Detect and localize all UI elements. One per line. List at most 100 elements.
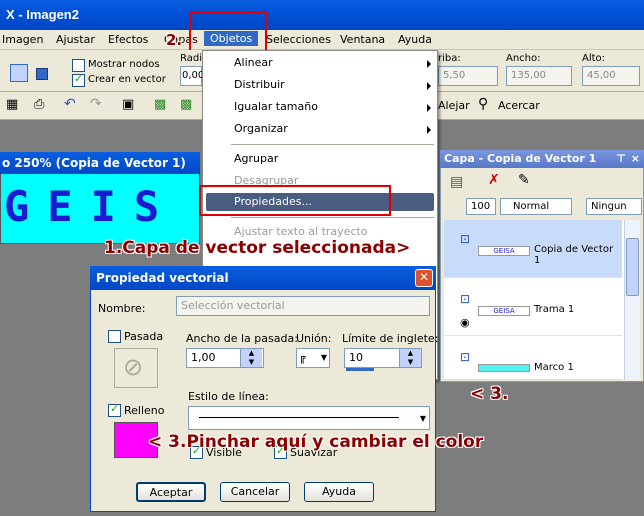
opacity-input[interactable]: 100 <box>466 198 496 215</box>
image-icon[interactable]: ▩ <box>154 97 166 112</box>
canvas-text: GEIS <box>4 182 178 231</box>
crear-vector-checkbox[interactable] <box>72 72 85 87</box>
menu-item-alinear[interactable]: Alinear <box>234 56 437 72</box>
layer-row-trama[interactable]: ⊡ ◉ GEISA Trama 1 <box>444 280 622 336</box>
union-select[interactable]: ╔ ▼ <box>296 348 330 368</box>
submenu-arrow-icon <box>427 60 431 68</box>
save-icon[interactable]: ▦ <box>6 97 18 112</box>
menu-selecciones[interactable]: Selecciones <box>266 33 331 46</box>
arriba-label: riba: <box>438 53 461 64</box>
limite-slider-fill[interactable] <box>346 368 374 371</box>
undo-icon[interactable]: ↶ <box>64 96 76 112</box>
menu-ajustar[interactable]: Ajustar <box>56 33 95 46</box>
menu-separator <box>231 144 434 145</box>
layer-group-icon: ⊡ <box>460 350 471 364</box>
pasada-swatch[interactable]: ⊘ <box>114 348 158 388</box>
redo-icon[interactable]: ↷ <box>90 96 102 112</box>
dialog-close-button[interactable]: ✕ <box>415 269 433 287</box>
annotation-step-3-panel: < 3. <box>470 384 509 404</box>
new-layer-icon[interactable]: ▤ <box>450 174 463 190</box>
ancho-pasada-spinner[interactable]: ▲ ▼ <box>240 349 262 367</box>
menu-ventana[interactable]: Ventana <box>340 33 385 46</box>
submenu-arrow-icon <box>427 126 431 134</box>
layer-row-marco[interactable]: ⊡ Marco 1 <box>444 338 622 380</box>
pasada-label: Pasada <box>124 330 164 343</box>
layer-thumb <box>478 364 530 372</box>
dialog-title: Propiedad vectorial <box>96 271 229 285</box>
menu-item-ajustar-texto: Ajustar texto al trayecto <box>234 225 368 238</box>
window-icon[interactable]: ▣ <box>122 97 134 112</box>
alto-input[interactable]: 45,00 <box>582 66 640 86</box>
menu-item-igualar[interactable]: Igualar tamaño <box>234 100 437 116</box>
ancho-pasada-label: Ancho de la pasada: <box>186 332 298 345</box>
print-icon[interactable]: ⎙ <box>34 97 44 112</box>
delete-layer-icon[interactable]: ✗ <box>488 172 500 188</box>
chevron-down-icon: ▼ <box>320 353 327 362</box>
alto-label: Alto: <box>582 53 606 64</box>
submenu-arrow-icon <box>427 104 431 112</box>
chevron-down-icon: ▼ <box>419 414 426 423</box>
arriba-input[interactable]: 5,50 <box>438 66 498 86</box>
dialog-title-bar: Propiedad vectorial ✕ <box>90 266 436 290</box>
menu-imagen[interactable]: Imagen <box>2 33 43 46</box>
estilo-linea-label: Estilo de línea: <box>188 390 269 403</box>
layer-name: Trama 1 <box>534 304 575 315</box>
menu-item-organizar[interactable]: Organizar <box>234 122 437 138</box>
edit-layer-icon[interactable]: ✎ <box>518 172 530 188</box>
zoom-icon[interactable]: ⚲ <box>478 96 488 112</box>
pasada-checkbox[interactable] <box>108 330 121 343</box>
mostrar-nodos-label: Mostrar nodos <box>88 59 160 70</box>
menu-item-distribuir[interactable]: Distribuir <box>234 78 437 94</box>
mostrar-nodos-checkbox[interactable] <box>72 59 85 72</box>
app-title: X - Imagen2 <box>6 7 79 22</box>
app-title-bar: X - Imagen2 <box>0 0 644 30</box>
radio-input[interactable]: 0,00 <box>180 66 204 86</box>
close-icon[interactable]: × <box>631 150 640 168</box>
layers-list: ⊡ GEISA Copia de Vector 1 ⊡ ◉ GEISA Tram… <box>444 220 640 380</box>
layer-group-icon: ⊡ <box>460 232 471 246</box>
ancho-label: Ancho: <box>506 53 541 64</box>
mask-select[interactable]: Ningun <box>586 198 642 215</box>
layer-thumb: GEISA <box>478 246 530 256</box>
visibility-eye-icon[interactable]: ◉ <box>460 316 470 329</box>
line-style-preview <box>199 417 399 418</box>
layer-name: Copia de Vector 1 <box>534 244 614 266</box>
relleno-checkbox[interactable] <box>108 402 121 417</box>
crear-vector-label: Crear en vector <box>88 74 166 85</box>
document-title: o 250% (Copia de Vector 1) <box>0 152 200 174</box>
acercar-label[interactable]: Acercar <box>498 99 540 112</box>
mode-button-2[interactable] <box>36 68 48 80</box>
union-label: Unión: <box>296 332 332 345</box>
ayuda-button[interactable]: Ayuda <box>304 482 374 502</box>
alejar-label[interactable]: Alejar <box>438 99 470 112</box>
pin-icon[interactable]: ⊤ <box>616 150 626 168</box>
nombre-label: Nombre: <box>98 302 146 315</box>
submenu-arrow-icon <box>427 82 431 90</box>
menu-item-agrupar[interactable]: Agrupar <box>234 152 278 165</box>
aceptar-button[interactable]: Aceptar <box>136 482 206 502</box>
nombre-input[interactable]: Selección vectorial <box>176 296 430 316</box>
cancelar-button[interactable]: Cancelar <box>220 482 290 502</box>
layers-panel-title: Capa - Copia de Vector 1 ⊤ × <box>440 150 644 168</box>
layer-row-copia-vector[interactable]: ⊡ GEISA Copia de Vector 1 <box>444 220 622 278</box>
annotation-step-3-color: < 3.Pinchar aquí y cambiar el color <box>148 432 484 452</box>
step-2-label: 2. <box>166 31 183 49</box>
no-color-icon: ⊘ <box>123 353 144 381</box>
estilo-linea-select[interactable]: ▼ <box>188 406 430 430</box>
gallery-icon[interactable]: ▩ <box>180 97 192 112</box>
layer-group-icon: ⊡ <box>460 292 471 306</box>
blend-mode-select[interactable]: Normal <box>500 198 572 215</box>
layer-name: Marco 1 <box>534 362 574 373</box>
mode-button-1[interactable] <box>10 64 28 82</box>
menu-efectos[interactable]: Efectos <box>108 33 148 46</box>
miter-join-icon: ╔ <box>299 351 306 364</box>
ancho-input[interactable]: 135,00 <box>506 66 572 86</box>
relleno-label: Relleno <box>124 404 165 417</box>
limite-label: Límite de inglete: <box>342 332 439 345</box>
menu-separator <box>231 217 434 218</box>
propiedades-highlight-box <box>199 185 391 216</box>
layers-scrollbar[interactable] <box>624 220 640 380</box>
menu-ayuda[interactable]: Ayuda <box>398 33 432 46</box>
limite-spinner[interactable]: ▲ ▼ <box>399 349 421 367</box>
annotation-step-1: 1.Capa de vector seleccionada> <box>104 238 411 258</box>
